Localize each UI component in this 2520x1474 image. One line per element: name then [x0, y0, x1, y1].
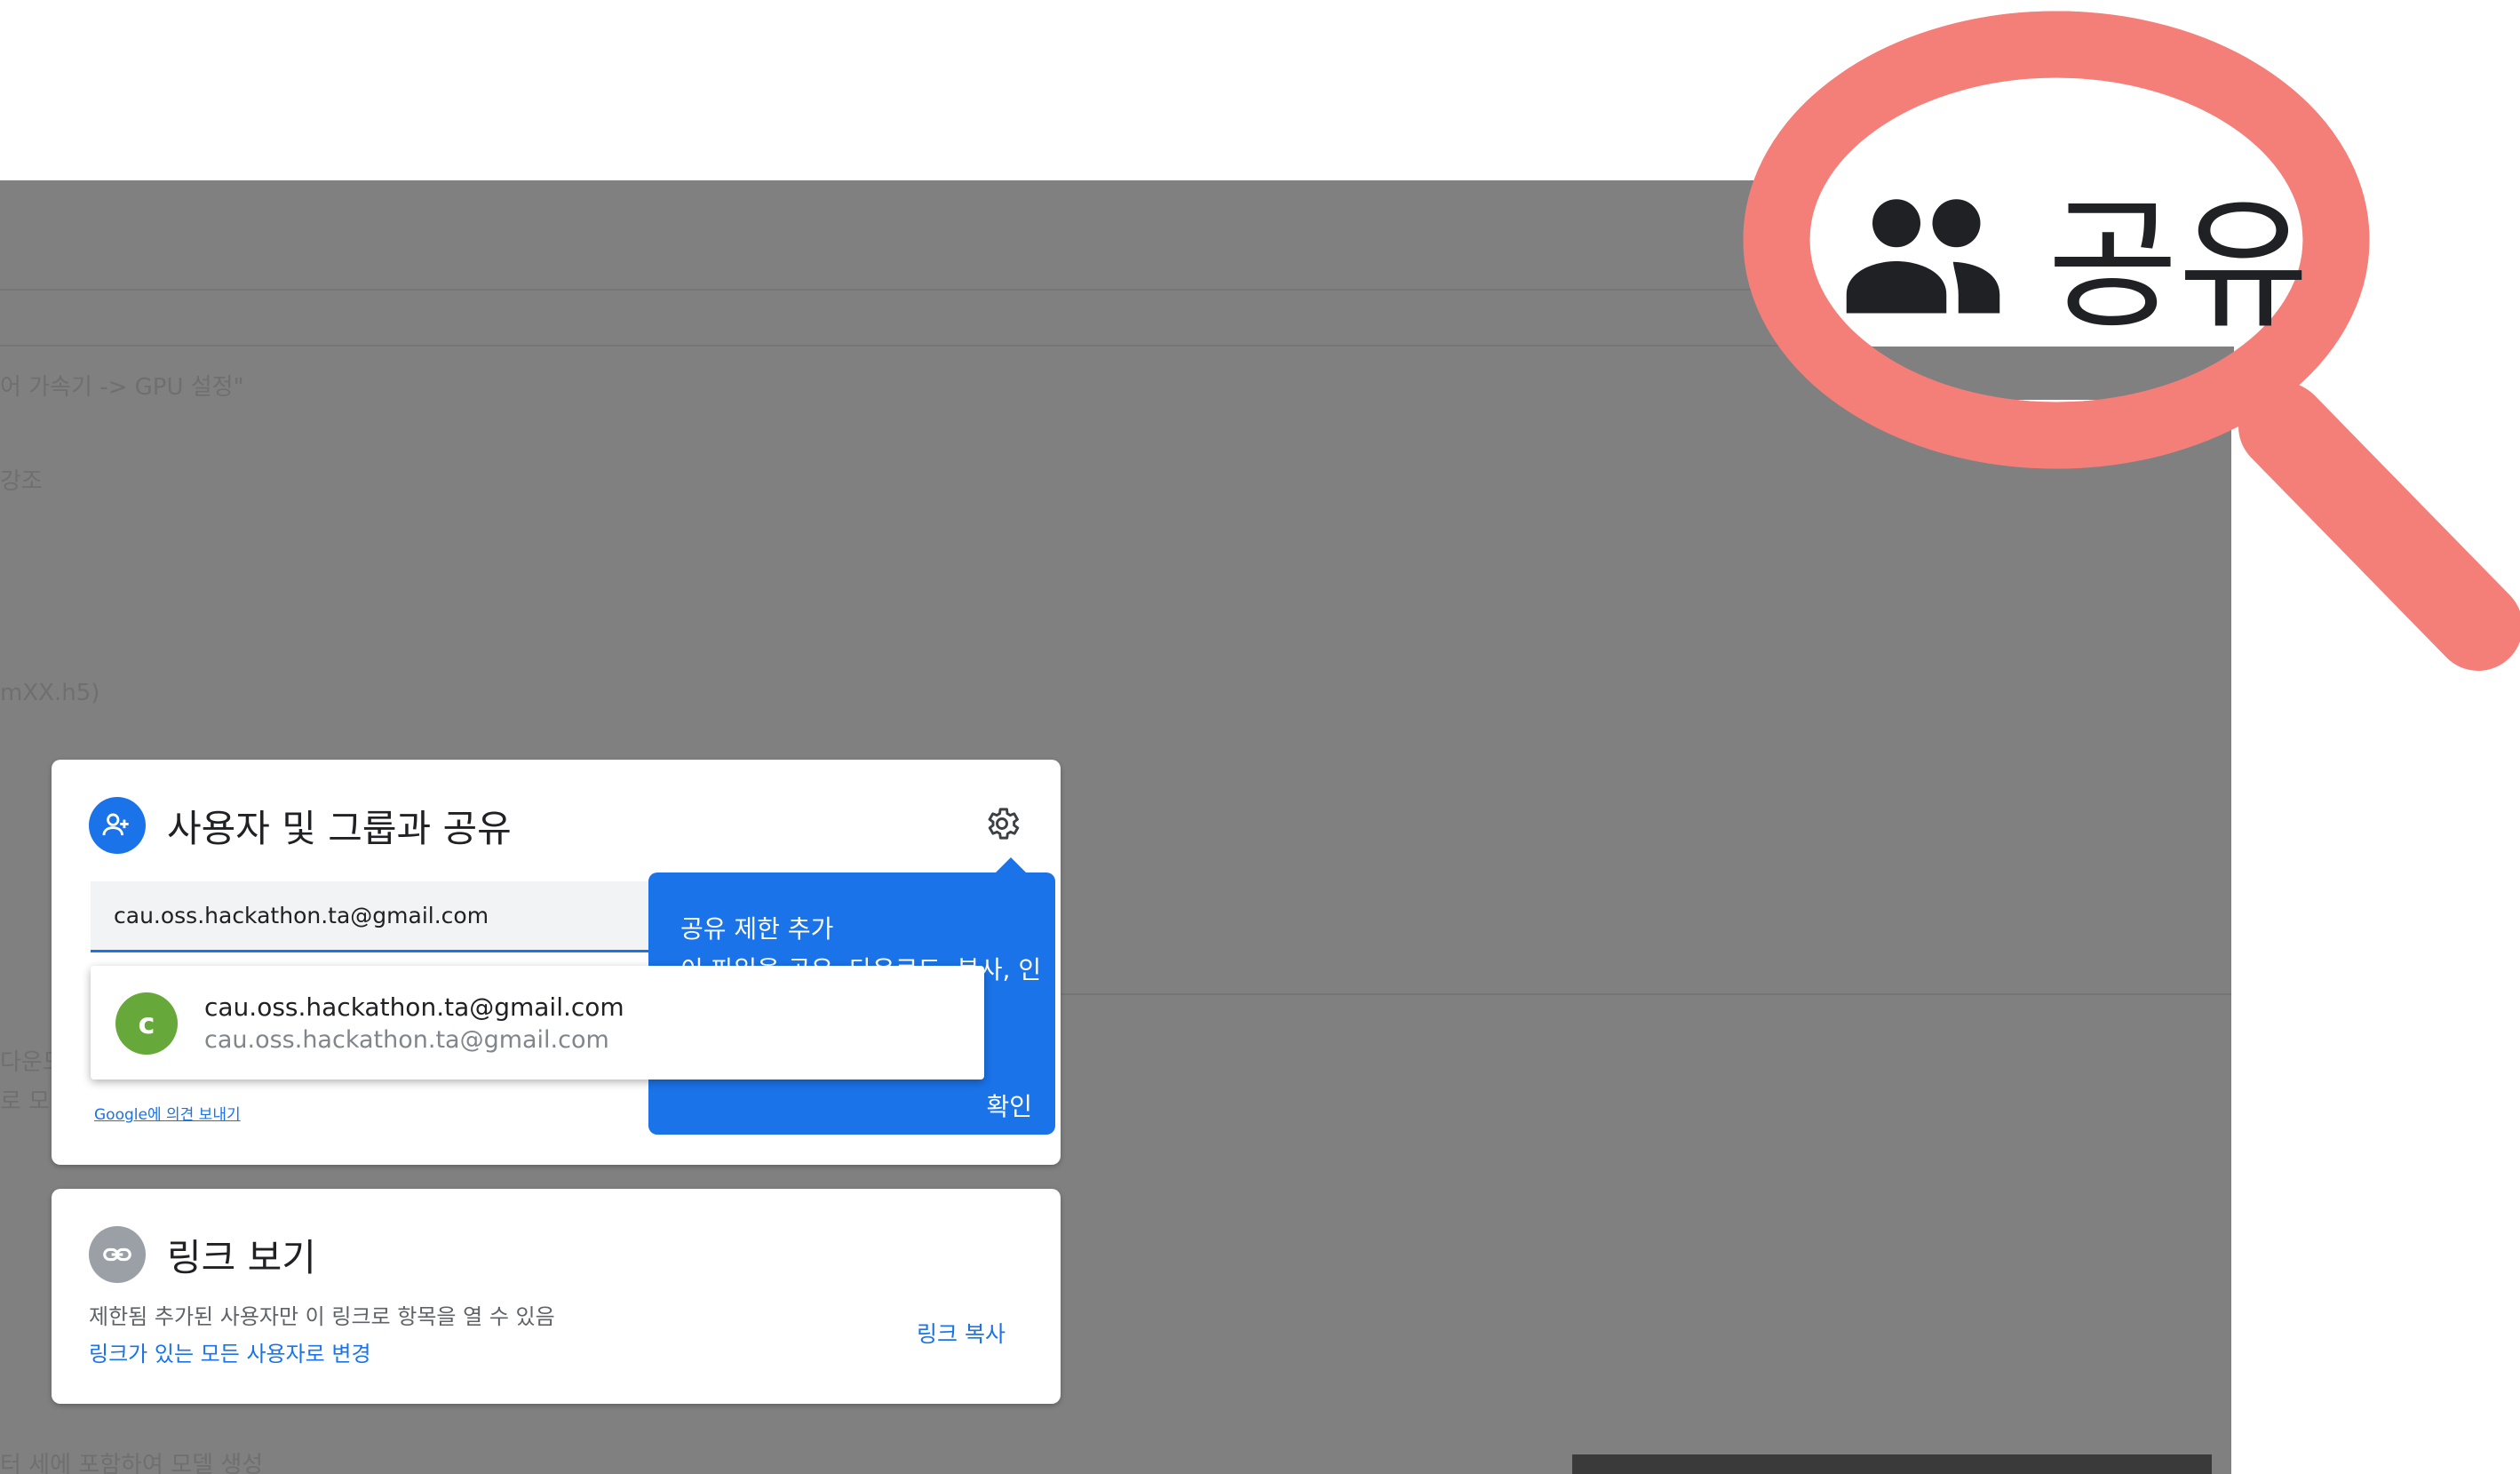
background-text: 강조: [0, 468, 43, 495]
tooltip-ok-button[interactable]: 확인: [931, 1075, 1055, 1135]
link-dialog: 링크 보기 제한됨 추가된 사용자만 이 링크로 항목을 열 수 있음 링크가 …: [52, 1189, 1061, 1404]
gear-icon[interactable]: [982, 804, 1022, 843]
tooltip-title: 공유 제한 추가: [680, 914, 834, 944]
avatar: c: [115, 992, 178, 1055]
overlay-divider: [1057, 993, 2231, 995]
background-bar: [1572, 1454, 2212, 1474]
feedback-link[interactable]: Google에 의견 보내기: [94, 1102, 241, 1124]
email-suggestion[interactable]: c cau.oss.hackathon.ta@gmail.com cau.oss…: [91, 966, 984, 1080]
link-dialog-title: 링크 보기: [167, 1236, 316, 1279]
people-icon: [1846, 199, 2000, 314]
person-add-icon: [89, 797, 146, 854]
background-text: 로 모: [0, 1088, 51, 1115]
share-button-callout: 공유: [1843, 160, 2323, 348]
share-dialog-title: 사용자 및 그룹과 공유: [167, 807, 512, 850]
share-dialog: 사용자 및 그룹과 공유 c cau.oss.hackathon.ta@gmai…: [52, 760, 1061, 1165]
change-link-access-button[interactable]: 링크가 있는 모든 사용자로 변경: [89, 1336, 371, 1367]
email-input[interactable]: [91, 881, 704, 952]
suggestion-email: cau.oss.hackathon.ta@gmail.com: [204, 1026, 609, 1054]
copy-link-button[interactable]: 링크 복사: [917, 1317, 1006, 1349]
background-text: 터 세에 포함하여 모델 생성: [0, 1452, 264, 1474]
suggestion-name: cau.oss.hackathon.ta@gmail.com: [204, 992, 624, 1022]
link-icon: [89, 1226, 146, 1283]
background-text: 어 가속기 -> GPU 설정": [0, 374, 244, 401]
background-text: mXX.h5): [0, 680, 100, 706]
share-label: 공유: [2047, 182, 2309, 348]
link-description: 제한됨 추가된 사용자만 이 링크로 항목을 열 수 있음: [89, 1304, 555, 1329]
